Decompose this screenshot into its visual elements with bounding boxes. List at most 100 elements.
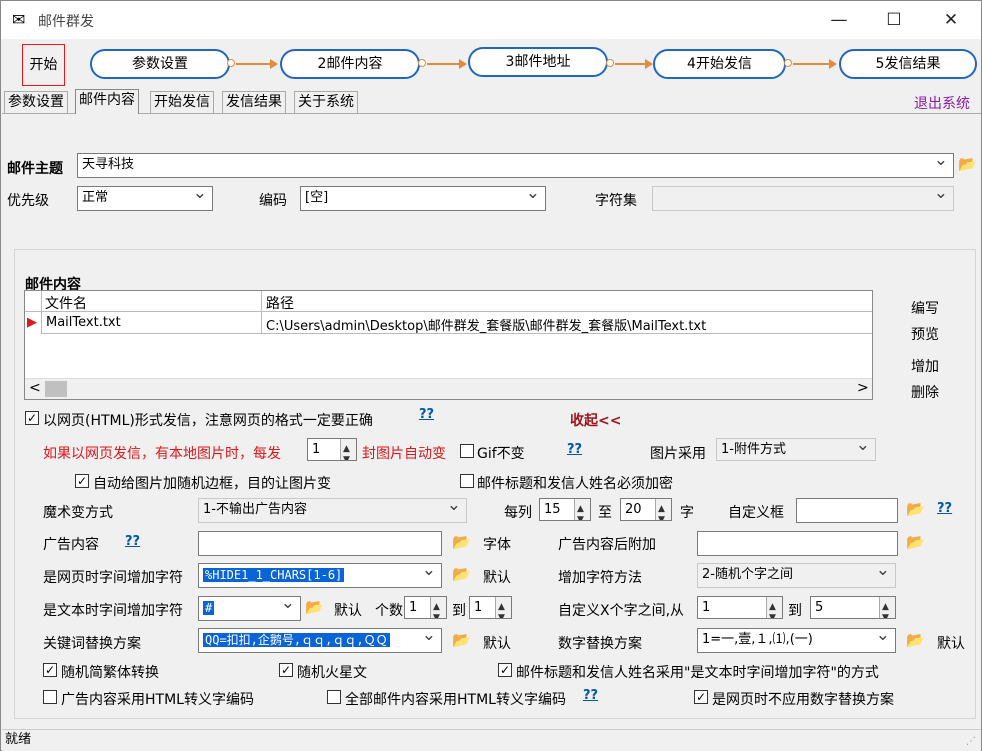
random-border-checkbox[interactable]: ✓ [75, 474, 89, 488]
subject-text-char-checkbox[interactable]: ✓ [498, 663, 512, 677]
grid-col-file[interactable]: 文件名 [45, 293, 87, 313]
ad-html-escape-checkbox[interactable] [43, 690, 57, 704]
step-address[interactable]: 3邮件地址 [468, 47, 608, 77]
exit-link[interactable]: 退出系统 [914, 93, 970, 113]
help-link[interactable]: ?? [125, 534, 140, 549]
grid-col-path[interactable]: 路径 [266, 293, 294, 313]
horizontal-scrollbar[interactable]: < > [25, 378, 872, 399]
subject-select[interactable]: 天寻科技 [77, 153, 954, 178]
subject-value: 天寻科技 [82, 157, 135, 172]
tab-about[interactable]: 关于系统 [294, 91, 358, 113]
help-link[interactable]: ?? [567, 442, 582, 457]
scroll-right-icon[interactable]: > [857, 380, 869, 396]
ad-append-input[interactable] [697, 531, 898, 556]
per-col-from[interactable]: 15 [539, 498, 591, 521]
delete-button[interactable]: 删除 [911, 382, 939, 402]
web-char-label: 是网页时字间增加字符 [43, 570, 183, 586]
preview-button[interactable]: 预览 [911, 324, 939, 344]
text-char-select[interactable]: # [198, 596, 301, 621]
magic-value: 1-不输出广告内容 [203, 502, 307, 517]
tab-send[interactable]: 开始发信 [150, 91, 214, 113]
add-button[interactable]: 增加 [911, 356, 939, 376]
text-char-value: # [203, 601, 215, 615]
folder-open-icon[interactable]: 📂 [958, 156, 978, 172]
resize-grip-icon[interactable]: ⋰ [966, 736, 976, 747]
per-col-to-value: 20 [625, 502, 642, 517]
count-to[interactable]: 1 [469, 596, 512, 619]
step-send[interactable]: 4开始发信 [653, 49, 786, 79]
digit-select[interactable]: 1=一,壹,１,⑴,(一) [697, 628, 896, 653]
table-row[interactable]: MailText.txt C:\Users\admin\Desktop\邮件群发… [42, 313, 872, 334]
folder-open-icon[interactable]: 📂 [452, 534, 472, 550]
local-image-spinner[interactable] [340, 439, 356, 460]
custom-box-input[interactable] [796, 498, 898, 523]
scroll-left-icon[interactable]: < [29, 380, 41, 396]
charset-select[interactable] [652, 186, 954, 211]
text-char-default[interactable]: 默认 [334, 600, 362, 620]
all-html-escape-checkbox[interactable] [327, 690, 341, 704]
step-params[interactable]: 参数设置 [90, 49, 230, 79]
step-result[interactable]: 5发信结果 [839, 49, 977, 79]
folder-open-icon[interactable]: 📂 [305, 599, 325, 615]
per-col-label: 每列 [504, 505, 532, 521]
web-char-select[interactable]: %HIDE1_1_CHARS[1-6] [198, 563, 442, 588]
minimize-button[interactable]: — [816, 5, 862, 35]
per-col-to-spinner[interactable] [655, 499, 671, 520]
font-label[interactable]: 字体 [483, 534, 511, 554]
local-image-count[interactable]: 1 [307, 438, 357, 461]
must-encrypt-label: 邮件标题和发信人姓名必须加密 [477, 476, 673, 492]
close-button[interactable]: ✕ [928, 5, 974, 35]
folder-open-icon[interactable]: 📂 [452, 632, 472, 648]
web-char-default[interactable]: 默认 [483, 567, 511, 587]
per-col-to[interactable]: 20 [620, 498, 672, 521]
collapse-button[interactable]: 收起<< [570, 410, 621, 430]
html-send-checkbox[interactable]: ✓ [25, 411, 39, 425]
magic-select[interactable]: 1-不输出广告内容 [198, 498, 467, 523]
custom-x-from[interactable]: 1 [697, 596, 783, 619]
help-link[interactable]: ?? [419, 407, 434, 422]
tab-params[interactable]: 参数设置 [4, 91, 68, 113]
keyword-select[interactable]: QQ=扣扣,企鹅号,ｑｑ,ｑｑ,ＱＱ [198, 628, 442, 653]
custom-x-from-spinner[interactable] [766, 597, 782, 618]
random-mars-checkbox[interactable]: ✓ [279, 663, 293, 677]
text-char-label: 是文本时字间增加字符 [43, 603, 183, 619]
add-method-select[interactable]: 2-随机个字之间 [697, 563, 896, 588]
folder-open-icon[interactable]: 📂 [906, 534, 926, 550]
folder-open-icon[interactable]: 📂 [452, 566, 472, 582]
per-col-from-spinner[interactable] [574, 499, 590, 520]
maximize-button[interactable]: ☐ [871, 5, 917, 35]
step-connector-dot [784, 59, 792, 67]
help-link[interactable]: ?? [937, 501, 952, 516]
custom-x-to[interactable]: 5 [810, 596, 896, 619]
help-link[interactable]: ?? [583, 688, 598, 703]
custom-x-to-spinner[interactable] [879, 597, 895, 618]
web-no-digit-checkbox[interactable]: ✓ [694, 690, 708, 704]
count-label: 个数 [375, 603, 403, 619]
folder-open-icon[interactable]: 📂 [906, 632, 926, 648]
count-from[interactable]: 1 [404, 596, 447, 619]
keyword-default[interactable]: 默认 [483, 633, 511, 653]
content-grid[interactable]: 文件名 路径 ▶ MailText.txt C:\Users\admin\Des… [24, 290, 873, 400]
count-from-spinner[interactable] [430, 597, 446, 618]
mail-app-icon: ✉ [12, 10, 26, 29]
keyword-value: QQ=扣扣,企鹅号,ｑｑ,ｑｑ,ＱＱ [203, 633, 390, 647]
write-button[interactable]: 编写 [911, 298, 939, 318]
must-encrypt-checkbox[interactable] [460, 474, 474, 488]
digit-default[interactable]: 默认 [937, 633, 965, 653]
step-connector-dot [606, 59, 614, 67]
gif-no-change-checkbox[interactable] [460, 444, 474, 458]
step-content[interactable]: 2邮件内容 [280, 49, 420, 79]
ad-input[interactable] [198, 531, 442, 556]
random-trad-checkbox[interactable]: ✓ [43, 663, 57, 677]
tab-content[interactable]: 邮件内容 [75, 89, 139, 114]
priority-select[interactable]: 正常 [77, 186, 213, 211]
scroll-thumb[interactable] [45, 381, 67, 397]
tab-result[interactable]: 发信结果 [222, 91, 286, 113]
encoding-select[interactable]: [空] [300, 186, 546, 211]
image-mode-select[interactable]: 1-附件方式 [716, 438, 876, 461]
start-button[interactable]: 开始 [22, 44, 65, 86]
per-col-to-label: 至 [598, 505, 612, 521]
folder-open-icon[interactable]: 📂 [906, 501, 926, 517]
image-mode-value: 1-附件方式 [721, 442, 786, 457]
count-to-spinner[interactable] [495, 597, 511, 618]
